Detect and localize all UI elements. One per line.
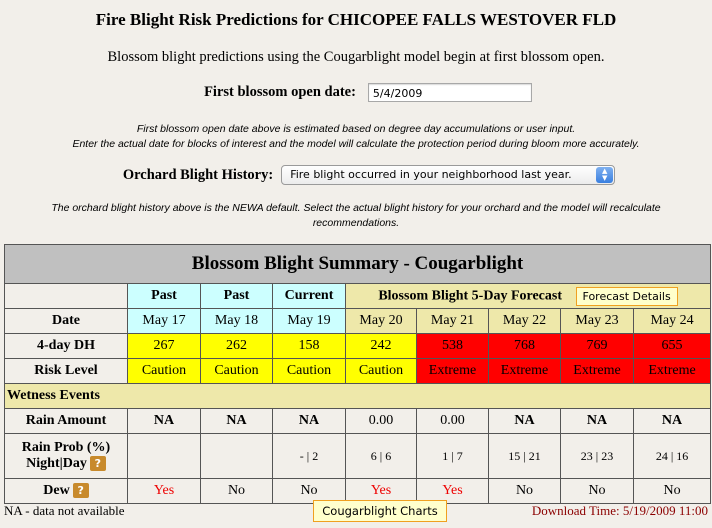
risk-cell: Extreme — [632, 358, 712, 384]
rain-prob-cell — [127, 433, 201, 479]
risk-row: Risk Level Caution Caution Caution Cauti… — [4, 358, 712, 384]
rain-amount-cell: NA — [560, 408, 634, 434]
dh-cell: 267 — [127, 333, 201, 359]
wetness-section-row: Wetness Events — [3, 383, 712, 409]
note-line: Enter the actual date for blocks of inte… — [72, 138, 640, 150]
row-label-rain-prob: Rain Prob (%) Night|Day? — [4, 433, 128, 479]
period-header-row: Past Past Current Blossom Blight 5-Day F… — [4, 283, 712, 309]
rain-amount-cell: NA — [632, 408, 712, 434]
period-header: Past — [200, 283, 273, 309]
risk-cell: Extreme — [488, 358, 561, 384]
risk-cell: Caution — [200, 358, 273, 384]
rain-prob-row: Rain Prob (%) Night|Day? - | 2 6 | 6 1 |… — [4, 433, 712, 479]
rain-amount-cell: NA — [200, 408, 273, 434]
cougarblight-charts-button[interactable]: Cougarblight Charts — [313, 500, 447, 522]
dh-cell: 242 — [345, 333, 417, 359]
dh-cell: 655 — [632, 333, 712, 359]
summary-caption: Blossom Blight Summary - Cougarblight — [3, 244, 712, 284]
blight-history-note: The orchard blight history above is the … — [0, 201, 712, 231]
dew-cell: No — [560, 478, 634, 504]
na-legend: NA - data not available — [4, 503, 125, 518]
rain-amount-row: Rain Amount NA NA NA 0.00 0.00 NA NA NA — [4, 408, 712, 434]
note-line: First blossom open date above is estimat… — [136, 123, 576, 135]
date-cell: May 24 — [632, 308, 712, 334]
date-cell: May 19 — [272, 308, 346, 334]
rain-prob-cell — [200, 433, 273, 479]
date-cell: May 21 — [416, 308, 489, 334]
note-line: The orchard blight history above is the … — [51, 202, 661, 214]
dh-cell: 768 — [488, 333, 561, 359]
dew-cell: No — [488, 478, 561, 504]
period-header: Current — [272, 283, 346, 309]
risk-cell: Caution — [272, 358, 346, 384]
wetness-events-header: Wetness Events — [3, 383, 712, 409]
empty-header-cell — [4, 283, 128, 309]
dew-cell: Yes — [127, 478, 201, 504]
forecast-header-cell: Blossom Blight 5-Day Forecast Forecast D… — [344, 283, 712, 309]
blight-history-value: Fire blight occurred in your neighborhoo… — [290, 168, 572, 181]
first-blossom-note: First blossom open date above is estimat… — [0, 122, 712, 152]
date-row: Date May 17 May 18 May 19 May 20 May 21 … — [4, 308, 712, 334]
rain-amount-cell: 0.00 — [416, 408, 489, 434]
blight-history-label: Orchard Blight History: — [122, 166, 274, 183]
first-blossom-row: First blossom open date: 5/4/2009 — [0, 83, 712, 102]
rain-prob-label-line1: Rain Prob (%) — [21, 440, 111, 455]
select-arrows-icon: ▲ ▼ — [596, 167, 614, 183]
date-cell: May 17 — [127, 308, 201, 334]
rain-amount-cell: NA — [272, 408, 346, 434]
intro-text: Blossom blight predictions using the Cou… — [107, 49, 605, 65]
row-label-dew: Dew — [43, 483, 70, 498]
date-cell: May 18 — [200, 308, 273, 334]
date-cell: May 20 — [345, 308, 417, 334]
rain-prob-cell: 6 | 6 — [345, 433, 417, 479]
rain-amount-cell: 0.00 — [345, 408, 417, 434]
risk-cell: Caution — [127, 358, 201, 384]
rain-prob-cell: 1 | 7 — [416, 433, 489, 479]
row-label-risk: Risk Level — [4, 358, 128, 384]
rain-prob-cell: - | 2 — [272, 433, 346, 479]
download-time: Download Time: 5/19/2009 11:00 — [531, 503, 708, 518]
forecast-details-button[interactable]: Forecast Details — [575, 286, 678, 306]
note-line: recommendations. — [312, 217, 400, 229]
dh-cell: 158 — [272, 333, 346, 359]
dh-row: 4-day DH 267 262 158 242 538 768 769 655 — [4, 333, 712, 359]
help-icon[interactable]: ? — [89, 456, 106, 472]
rain-prob-cell: 23 | 23 — [560, 433, 634, 479]
date-cell: May 22 — [488, 308, 561, 334]
blight-history-select[interactable]: Fire blight occurred in your neighborhoo… — [281, 165, 616, 185]
dew-cell: No — [200, 478, 273, 504]
blossom-blight-summary-table: Blossom Blight Summary - Cougarblight Pa… — [3, 244, 712, 504]
row-label-dh: 4-day DH — [4, 333, 128, 359]
dh-cell: 769 — [560, 333, 634, 359]
risk-cell: Extreme — [416, 358, 489, 384]
rain-amount-cell: NA — [488, 408, 561, 434]
dh-cell: 262 — [200, 333, 273, 359]
blight-history-row: Orchard Blight History: Fire blight occu… — [0, 165, 712, 185]
page-title: Fire Blight Risk Predictions for CHICOPE… — [95, 10, 617, 29]
rain-prob-label-line2-wrap: Night|Day? — [5, 456, 127, 472]
first-blossom-label: First blossom open date: — [204, 84, 356, 100]
period-header: Past — [127, 283, 201, 309]
forecast-header: Blossom Blight 5-Day Forecast — [378, 288, 563, 304]
row-label-date: Date — [4, 308, 128, 334]
rain-prob-cell: 24 | 16 — [632, 433, 712, 479]
rain-prob-cell: 15 | 21 — [488, 433, 561, 479]
dew-cell: No — [632, 478, 712, 504]
row-label-dew-cell: Dew? — [4, 478, 128, 504]
row-label-rain-amount: Rain Amount — [4, 408, 128, 434]
risk-cell: Extreme — [560, 358, 634, 384]
dh-cell: 538 — [416, 333, 489, 359]
date-cell: May 23 — [560, 308, 634, 334]
rain-amount-cell: NA — [127, 408, 201, 434]
first-blossom-date-input[interactable]: 5/4/2009 — [367, 83, 532, 102]
help-icon[interactable]: ? — [72, 483, 89, 499]
rain-prob-label-line2: Night|Day — [26, 456, 87, 471]
risk-cell: Caution — [345, 358, 417, 384]
